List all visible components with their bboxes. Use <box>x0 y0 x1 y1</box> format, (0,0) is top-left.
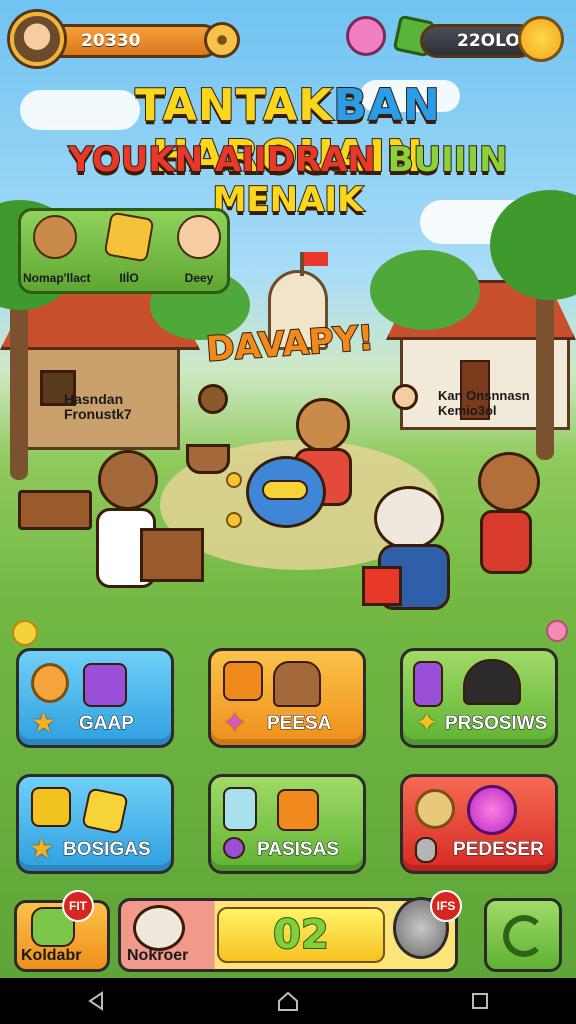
bear-character[interactable] <box>296 398 350 452</box>
refresh-button[interactable] <box>484 898 562 972</box>
bear-face-icon <box>33 215 77 259</box>
sparkle-icon: ✦ <box>415 706 439 739</box>
menu-tile-bosigas[interactable]: ★ BOSIGAS <box>16 774 174 874</box>
purple-gift-icon <box>83 663 127 707</box>
title-part: TANTAK <box>134 79 334 132</box>
title-part: BAN <box>332 79 441 132</box>
magic-orb-icon <box>467 785 517 835</box>
gem-value: 22OLO <box>457 31 520 51</box>
wooden-bench <box>18 490 92 530</box>
title-part: MENAIK <box>212 179 365 221</box>
quokka-avatar-icon <box>133 905 185 951</box>
tile-label: PRSOSIWS <box>444 713 548 735</box>
character-slot[interactable]: Nomap'llact <box>23 215 91 293</box>
gift-box <box>362 566 402 606</box>
potion-bag-icon <box>223 787 257 831</box>
flower <box>546 620 568 642</box>
back-triangle-icon <box>88 991 103 1011</box>
character-label: Deey <box>184 271 214 285</box>
tree-foliage <box>370 250 480 330</box>
settings-gear-icon[interactable] <box>204 22 240 58</box>
boot-icon <box>273 661 321 707</box>
level-value: 02 <box>272 911 330 959</box>
character-label: Nomap'llact <box>23 271 91 285</box>
wooden-crate <box>140 528 204 582</box>
basket <box>186 444 230 474</box>
gift-box-icon <box>31 787 71 827</box>
star-icon: ★ <box>31 706 57 739</box>
star-icon <box>103 211 155 263</box>
recents-button[interactable] <box>450 981 510 1021</box>
quokka-character[interactable] <box>374 486 444 550</box>
home-icon <box>278 991 298 1011</box>
home-button[interactable] <box>258 981 318 1021</box>
menu-tile-gaap[interactable]: ★ GAAP <box>16 648 174 748</box>
character-label: IIİO <box>119 271 139 285</box>
star-icon: ★ <box>29 832 55 865</box>
smiley-coin-icon[interactable] <box>518 16 564 62</box>
system-navigation-bar <box>0 978 576 1024</box>
gift-box-icon <box>223 661 263 701</box>
left-location-label: Hasndan Fronustk7 <box>64 391 132 422</box>
notification-badge: FIT <box>62 890 94 922</box>
character-selector-panel: Nomap'llact IIİO Deey <box>18 208 230 294</box>
player-avatar[interactable] <box>10 12 64 66</box>
tile-label: PEESA <box>266 713 332 735</box>
title-part: YOUKN <box>67 139 215 181</box>
tile-label: GAAP <box>79 713 135 735</box>
character-slot[interactable]: Deey <box>167 215 231 293</box>
title-part: BUIIIN <box>387 139 509 181</box>
menu-tile-peesa[interactable]: ✦ PEESA <box>208 648 366 748</box>
gift-box-icon <box>277 789 319 831</box>
farmer-character-icon <box>177 215 221 259</box>
level-display: 02 <box>217 907 385 963</box>
tool-icon <box>415 837 437 863</box>
gold-counter[interactable]: 20З30 <box>40 24 220 58</box>
back-button[interactable] <box>66 981 126 1021</box>
pink-pet-icon[interactable] <box>346 16 386 56</box>
tile-label: PASISAS <box>256 839 340 861</box>
tile-label: BOSIGAS <box>63 839 152 861</box>
gold-value: 20З30 <box>81 31 141 51</box>
tile-label: PEDESER <box>453 839 545 861</box>
ticket-icon <box>81 787 129 835</box>
character-slot[interactable]: IIİO <box>97 211 161 293</box>
sparkle-icon: ✦ <box>223 706 247 739</box>
squirrel-character[interactable] <box>478 452 540 512</box>
coin-icon[interactable] <box>226 512 242 528</box>
refresh-icon <box>503 915 545 957</box>
spellbook-icon <box>413 661 443 707</box>
menu-tile-pasisas[interactable]: PASISAS <box>208 774 366 874</box>
creature-face <box>262 480 308 500</box>
menu-tile-prsosiws[interactable]: ✦ PRSOSIWS <box>400 648 558 748</box>
notification-badge: IFS <box>430 890 462 922</box>
black-hat-icon <box>463 659 521 705</box>
squirrel-character-body <box>480 510 532 574</box>
kid-character[interactable] <box>392 384 418 410</box>
coin-icon[interactable] <box>226 472 242 488</box>
inventory-label: Koldabr <box>21 947 82 964</box>
player-progress-bar[interactable]: Nokroer 02 <box>118 897 458 972</box>
kid-character[interactable] <box>198 384 228 414</box>
menu-tile-pedeser[interactable]: PEDESER <box>400 774 558 874</box>
flower <box>12 620 38 646</box>
tree-trunk <box>10 280 28 480</box>
recents-square-icon <box>472 993 488 1009</box>
player-name: Nokroer <box>127 947 189 964</box>
play-button-icon <box>415 789 455 829</box>
title-part: AIIDRAN <box>214 139 388 181</box>
coin-icon <box>31 663 69 703</box>
gem-icon <box>223 837 245 859</box>
fox-character[interactable] <box>98 450 158 510</box>
right-location-label: Kan Onsnnasn Kemio3ol <box>438 388 530 418</box>
flag <box>304 252 328 266</box>
